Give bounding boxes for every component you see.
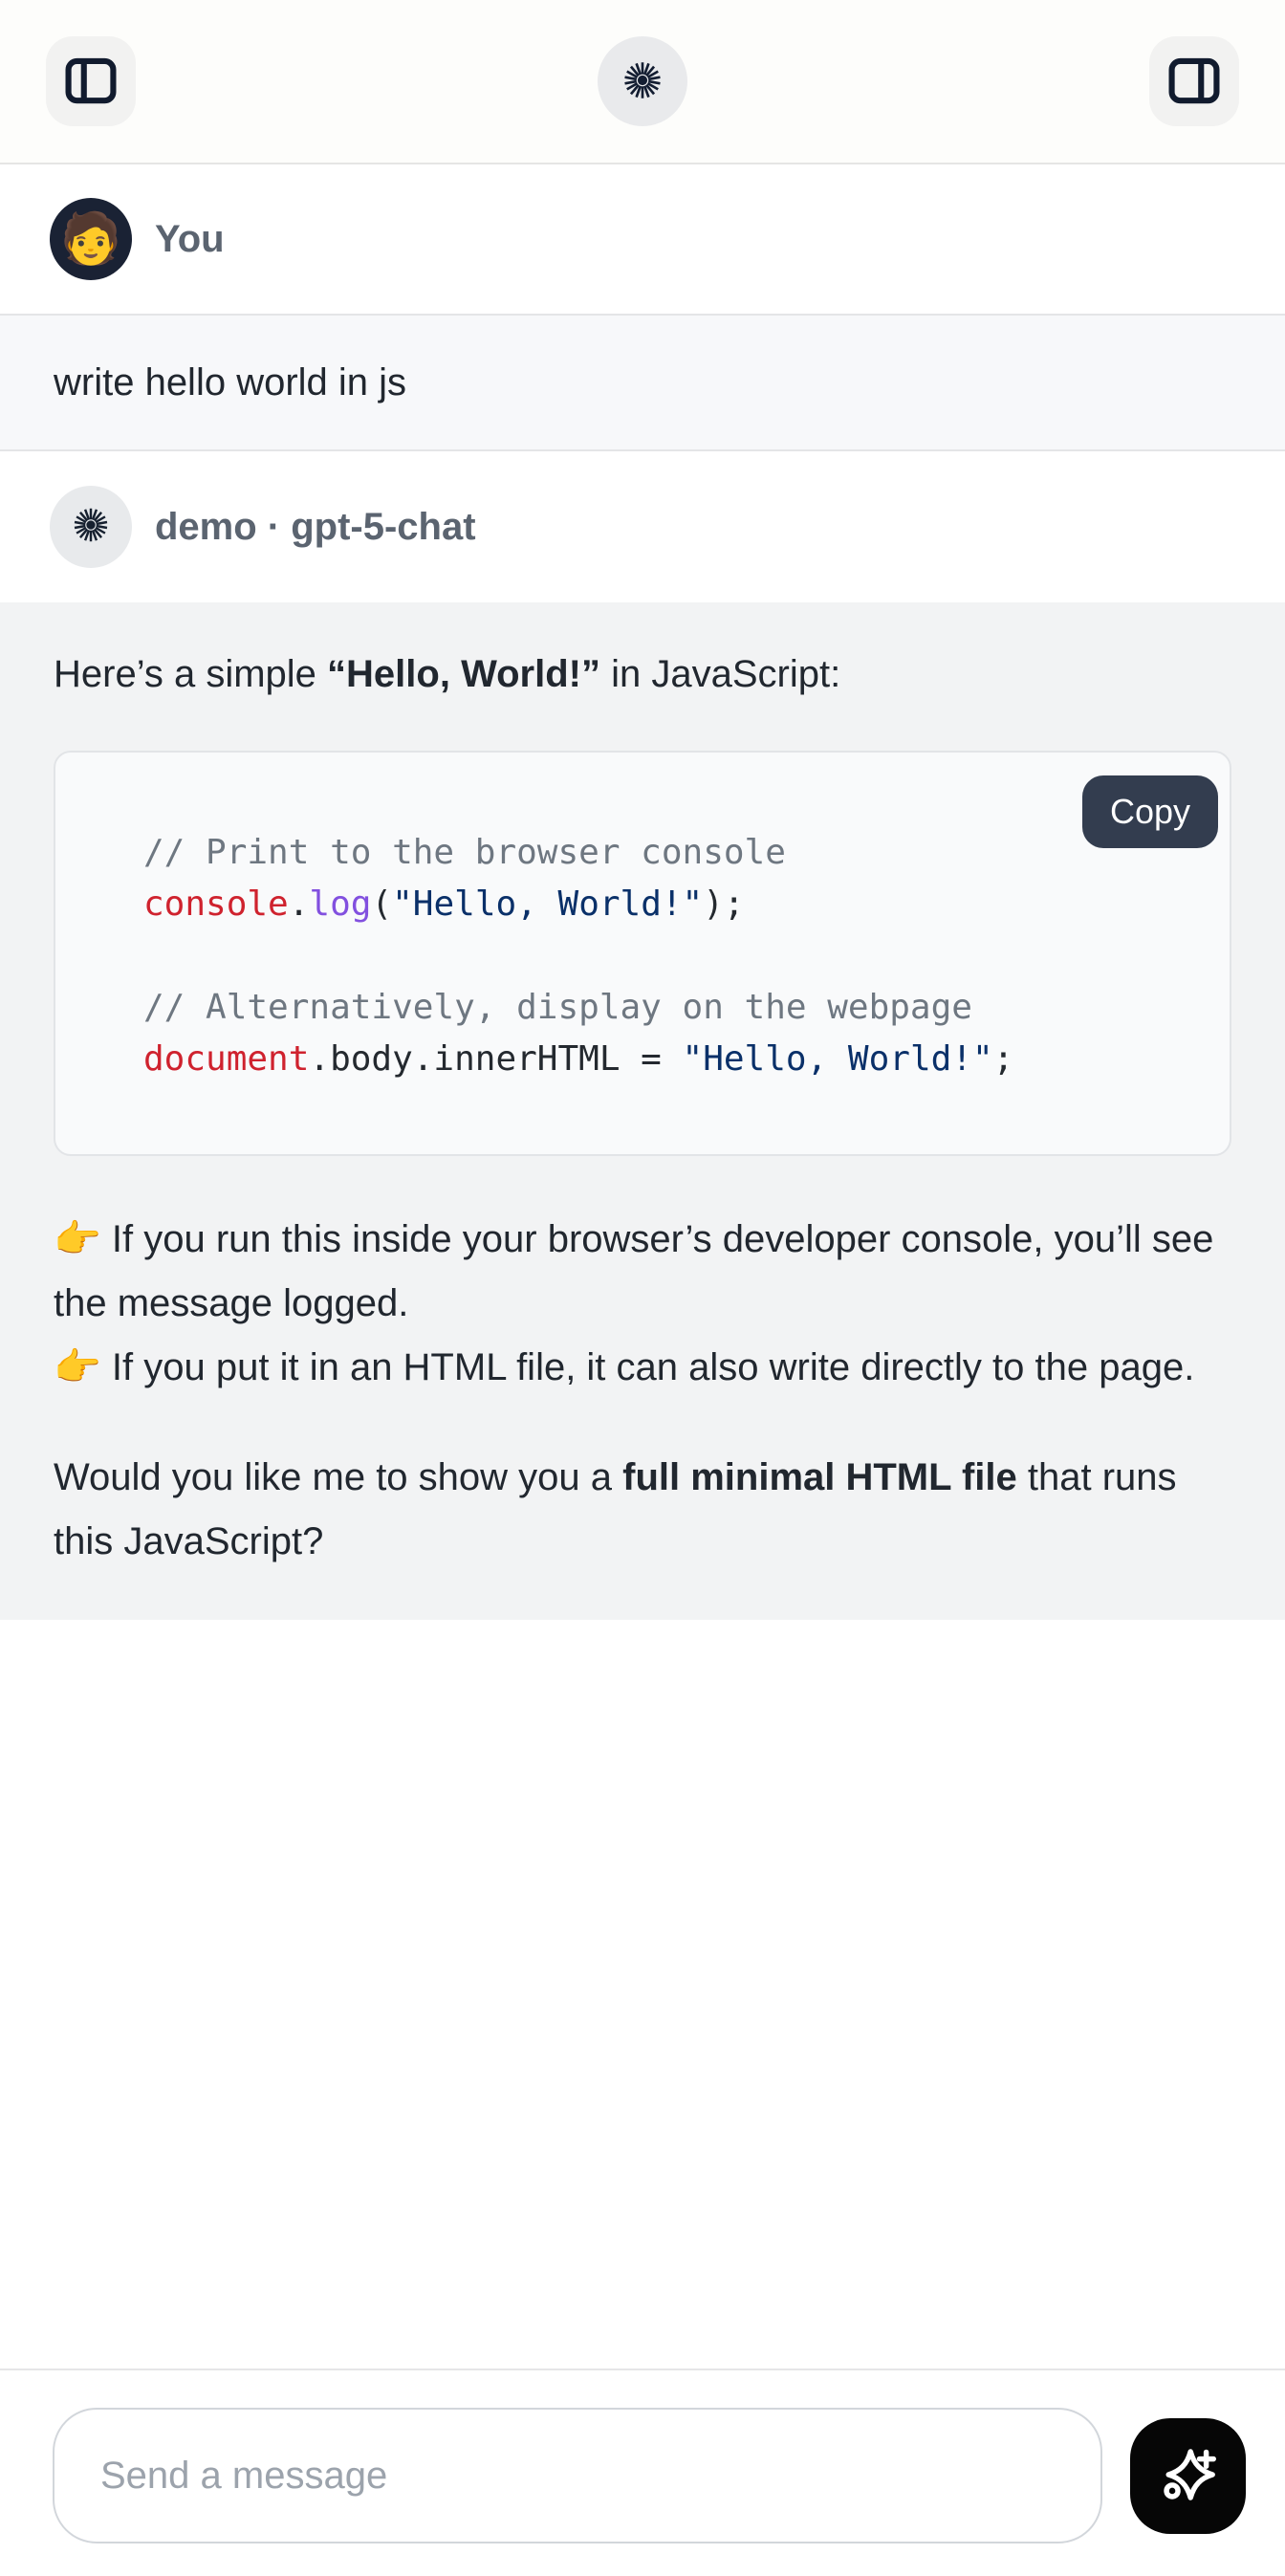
code-content: // Print to the browser consoleconsole.l… [143, 827, 1191, 1085]
user-message: write hello world in js [0, 314, 1285, 451]
assistant-avatar [50, 486, 132, 568]
code-line: // Print to the browser console [143, 827, 1191, 879]
starburst-logo-icon [69, 503, 113, 552]
assistant-question: Would you like me to show you a full min… [54, 1446, 1231, 1574]
assistant-tips: 👉 If you run this inside your browser’s … [54, 1208, 1231, 1400]
tip-line: 👉 If you run this inside your browser’s … [54, 1218, 1213, 1324]
top-bar [0, 0, 1285, 164]
panel-right-icon [1166, 53, 1222, 111]
send-button[interactable] [1130, 2418, 1246, 2534]
chat-page: 🧑 You write hello world in js [0, 0, 1285, 2576]
tip-line: 👉 If you put it in an HTML file, it can … [54, 1346, 1194, 1388]
composer-bar [0, 2369, 1285, 2576]
user-sender-label: You [155, 218, 225, 261]
user-message-text: write hello world in js [54, 361, 406, 404]
message-input[interactable] [53, 2408, 1102, 2543]
assistant-message: Here’s a simple “Hello, World!” in JavaS… [0, 602, 1285, 1620]
assistant-sender-row: demo · gpt-5-chat [0, 451, 1285, 602]
assistant-sender-label: demo · gpt-5-chat [155, 506, 476, 549]
code-line: // Alternatively, display on the webpage [143, 982, 1191, 1034]
chat-empty-area [0, 1620, 1285, 2369]
user-sender-row: 🧑 You [0, 164, 1285, 314]
user-avatar: 🧑 [50, 198, 132, 280]
panel-left-icon [63, 53, 119, 111]
sidebar-toggle-button[interactable] [46, 36, 136, 126]
code-block: Copy // Print to the browser consolecons… [54, 751, 1231, 1156]
code-line: console.log("Hello, World!"); [143, 879, 1191, 930]
right-panel-toggle-button[interactable] [1149, 36, 1239, 126]
person-emoji-icon: 🧑 [60, 214, 122, 264]
copy-button[interactable]: Copy [1082, 775, 1218, 848]
assistant-intro: Here’s a simple “Hello, World!” in JavaS… [54, 643, 1231, 707]
model-spinner-button[interactable] [598, 36, 687, 126]
sparkles-icon [1155, 2441, 1222, 2511]
starburst-spinner-icon [619, 56, 666, 107]
code-line-blank [143, 930, 1191, 982]
code-line: document.body.innerHTML = "Hello, World!… [143, 1034, 1191, 1085]
